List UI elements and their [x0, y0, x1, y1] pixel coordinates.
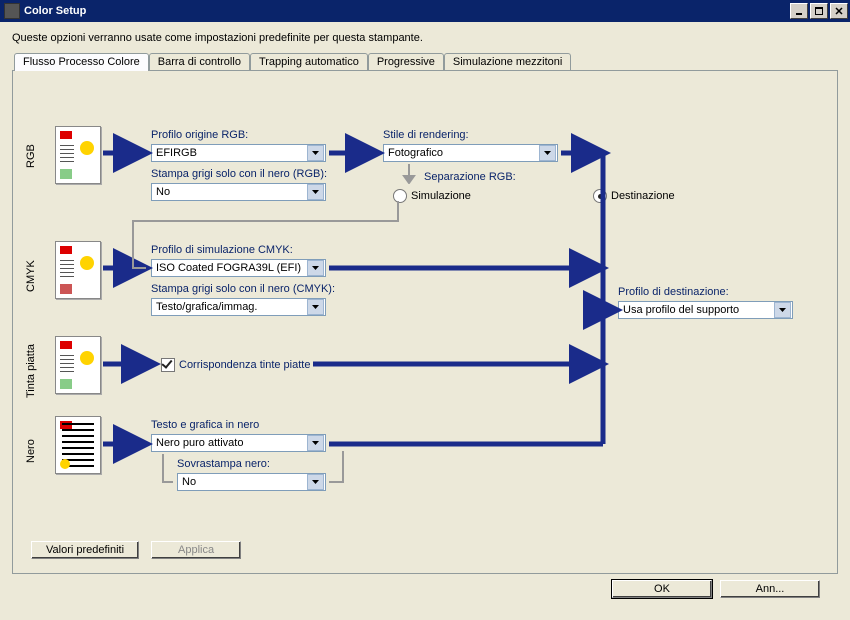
- section-rgb-label: RGB: [25, 126, 37, 186]
- select-gray-cmyk-value: Testo/grafica/immag.: [156, 301, 307, 313]
- select-gray-rgb[interactable]: No: [151, 183, 326, 201]
- label-rgb-source: Profilo origine RGB:: [151, 129, 248, 141]
- select-rendering-value: Fotografico: [388, 147, 539, 159]
- select-rgb-source[interactable]: EFIRGB: [151, 144, 326, 162]
- label-gray-rgb: Stampa grigi solo con il nero (RGB):: [151, 168, 327, 180]
- tab-autotrap[interactable]: Trapping automatico: [250, 53, 368, 71]
- section-black-label: Nero: [25, 421, 37, 481]
- chevron-down-icon: [307, 184, 324, 200]
- close-button[interactable]: [830, 3, 848, 19]
- label-overprint: Sovrastampa nero:: [177, 458, 270, 470]
- cancel-button[interactable]: Ann...: [720, 580, 820, 598]
- select-overprint[interactable]: No: [177, 473, 326, 491]
- chevron-down-icon: [307, 260, 324, 276]
- thumb-spot: [55, 336, 101, 394]
- minimize-button[interactable]: [790, 3, 808, 19]
- defaults-button[interactable]: Valori predefiniti: [31, 541, 139, 559]
- chevron-down-icon: [307, 145, 324, 161]
- select-rendering[interactable]: Fotografico: [383, 144, 558, 162]
- chevron-down-icon: [307, 299, 324, 315]
- window-title: Color Setup: [24, 5, 788, 17]
- app-icon: [4, 3, 20, 19]
- tab-panel: RGB CMYK Tinta piatta Nero: [12, 70, 838, 574]
- label-cmyk-sim: Profilo di simulazione CMYK:: [151, 244, 293, 256]
- label-black-text: Testo e grafica in nero: [151, 419, 259, 431]
- select-out-profile[interactable]: Usa profilo del supporto: [618, 301, 793, 319]
- chevron-down-icon: [539, 145, 556, 161]
- thumb-black: [55, 416, 101, 474]
- select-gray-rgb-value: No: [156, 186, 307, 198]
- checkbox-spot-match[interactable]: Corrispondenza tinte piatte: [161, 358, 310, 372]
- select-rgb-source-value: EFIRGB: [156, 147, 307, 159]
- apply-button[interactable]: Applica: [151, 541, 241, 559]
- select-black-text-value: Nero puro attivato: [156, 437, 307, 449]
- label-rgb-sep: Separazione RGB:: [424, 171, 516, 183]
- dialog-subtitle: Queste opzioni verranno usate come impos…: [12, 32, 838, 44]
- select-black-text[interactable]: Nero puro attivato: [151, 434, 326, 452]
- tab-strip: Flusso Processo Colore Barra di controll…: [14, 52, 838, 70]
- chevron-down-icon: [307, 474, 324, 490]
- radio-destination-label: Destinazione: [611, 190, 675, 202]
- section-cmyk-label: CMYK: [25, 246, 37, 306]
- select-cmyk-sim-value: ISO Coated FOGRA39L (EFI): [156, 262, 307, 274]
- tab-progressive[interactable]: Progressive: [368, 53, 444, 71]
- label-rendering: Stile di rendering:: [383, 129, 469, 141]
- ok-button[interactable]: OK: [612, 580, 712, 598]
- select-overprint-value: No: [182, 476, 307, 488]
- maximize-button[interactable]: [810, 3, 828, 19]
- tab-colorflow[interactable]: Flusso Processo Colore: [14, 53, 149, 71]
- tab-halftone[interactable]: Simulazione mezzitoni: [444, 53, 571, 71]
- titlebar: Color Setup: [0, 0, 850, 22]
- thumb-cmyk: [55, 241, 101, 299]
- select-out-profile-value: Usa profilo del supporto: [623, 304, 774, 316]
- thumb-rgb: [55, 126, 101, 184]
- tab-controlbar[interactable]: Barra di controllo: [149, 53, 250, 71]
- section-spot-label: Tinta piatta: [25, 336, 37, 406]
- radio-destination[interactable]: Destinazione: [593, 189, 675, 203]
- label-gray-cmyk: Stampa grigi solo con il nero (CMYK):: [151, 283, 335, 295]
- label-out-profile: Profilo di destinazione:: [618, 286, 729, 298]
- checkbox-spot-match-label: Corrispondenza tinte piatte: [179, 359, 310, 371]
- chevron-down-icon: [307, 435, 324, 451]
- radio-simulation-label: Simulazione: [411, 190, 471, 202]
- chevron-down-icon: [774, 302, 791, 318]
- radio-simulation[interactable]: Simulazione: [393, 189, 471, 203]
- select-gray-cmyk[interactable]: Testo/grafica/immag.: [151, 298, 326, 316]
- select-cmyk-sim[interactable]: ISO Coated FOGRA39L (EFI): [151, 259, 326, 277]
